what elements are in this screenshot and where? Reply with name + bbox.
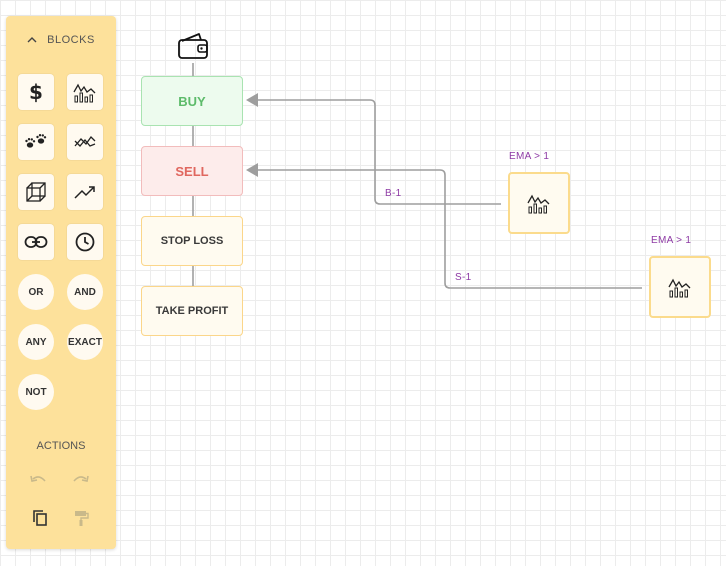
wallet-root[interactable]	[176, 31, 210, 61]
stop-loss-node[interactable]: STOP LOSS	[141, 216, 243, 266]
wire-b1	[258, 99, 501, 205]
arrowhead-sell	[246, 163, 258, 177]
connection-wires	[192, 63, 642, 289]
wallet-icon	[178, 33, 208, 59]
edge-label-b1: B-1	[385, 188, 402, 199]
sell-node[interactable]: SELL	[141, 146, 243, 196]
indicator-chart-icon	[668, 278, 691, 298]
edge-label-s1: S-1	[455, 272, 472, 283]
indicator-2-label: EMA > 1	[651, 235, 692, 246]
buy-node[interactable]: BUY	[141, 76, 243, 126]
indicator-1-node[interactable]	[508, 172, 570, 234]
arrowhead-buy	[246, 93, 258, 107]
indicator-1-label: EMA > 1	[509, 151, 550, 162]
wire-s1	[258, 169, 642, 289]
indicator-chart-icon	[527, 194, 550, 214]
take-profit-node[interactable]: TAKE PROFIT	[141, 286, 243, 336]
indicator-2-node[interactable]	[649, 256, 711, 318]
